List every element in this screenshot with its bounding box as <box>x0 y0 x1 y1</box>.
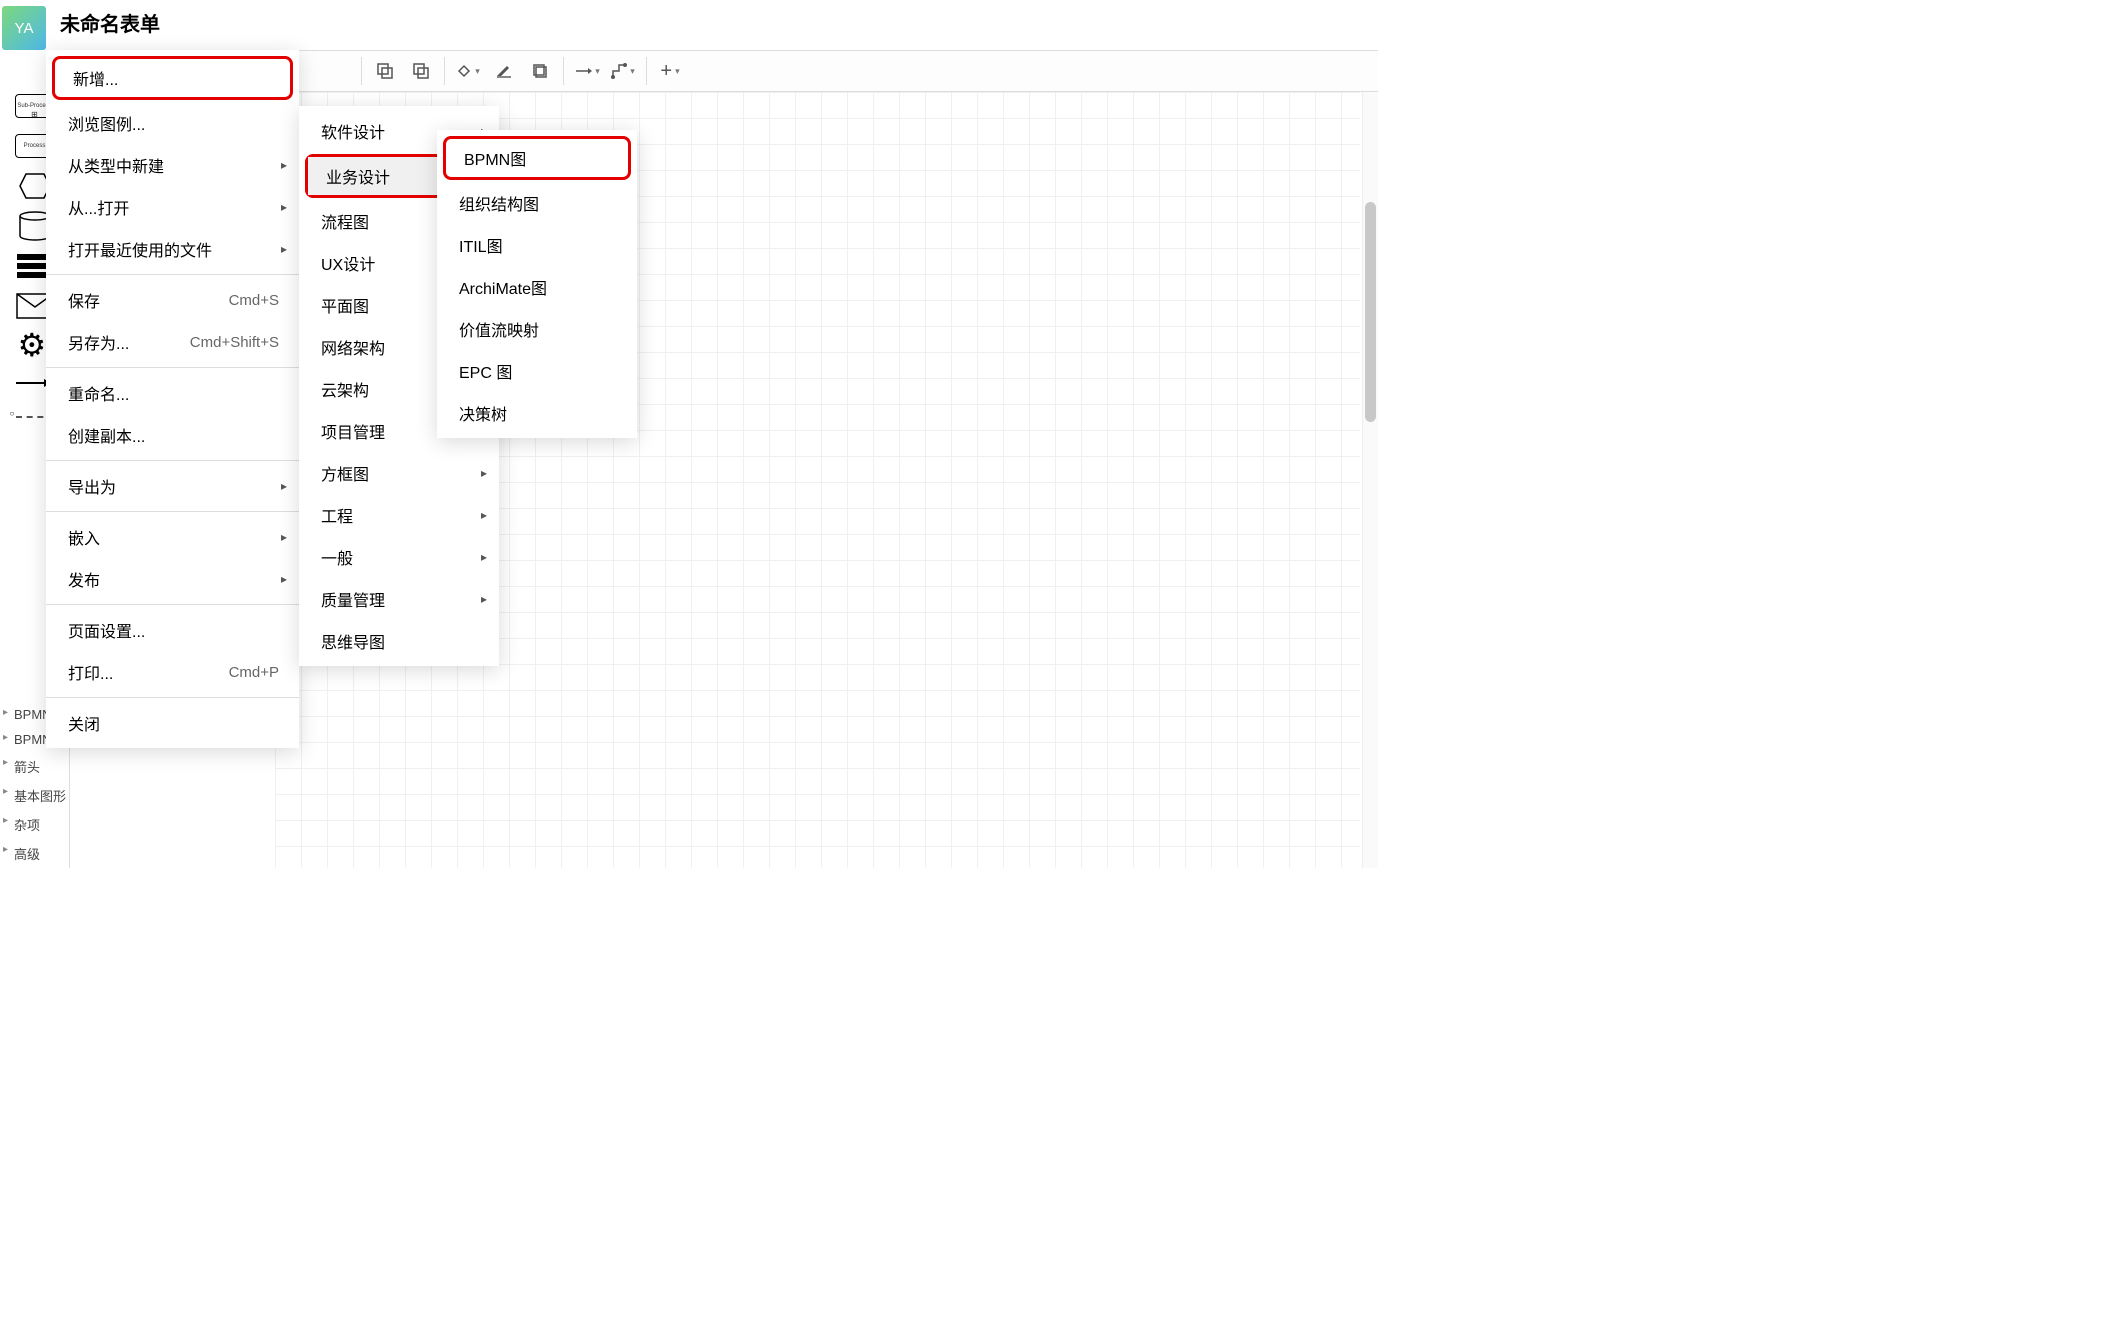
toolbar: + <box>274 50 1378 92</box>
document-title[interactable]: 未命名表单 <box>54 4 422 41</box>
menu-open-recent[interactable]: 打开最近使用的文件 <box>46 228 299 270</box>
category-advanced[interactable]: 高级 <box>0 839 69 868</box>
submenu-epc[interactable]: EPC 图 <box>437 350 637 392</box>
toolbar-shadow[interactable] <box>523 54 557 88</box>
toolbar-waypoints[interactable] <box>606 54 640 88</box>
toolbar-fill-color[interactable] <box>451 54 485 88</box>
submenu-decision-tree[interactable]: 决策树 <box>437 392 637 434</box>
menu-separator <box>46 460 299 461</box>
submenu-quality[interactable]: 质量管理 <box>299 578 499 620</box>
menu-separator <box>46 511 299 512</box>
menu-create-copy[interactable]: 创建副本... <box>46 414 299 456</box>
menu-page-setup[interactable]: 页面设置... <box>46 609 299 651</box>
menu-export-as[interactable]: 导出为 <box>46 465 299 507</box>
submenu-mindmap[interactable]: 思维导图 <box>299 620 499 662</box>
submenu-block[interactable]: 方框图 <box>299 452 499 494</box>
menu-embed[interactable]: 嵌入 <box>46 516 299 558</box>
business-submenu: BPMN图 组织结构图 ITIL图 ArchiMate图 价值流映射 EPC 图… <box>437 130 637 438</box>
menu-publish[interactable]: 发布 <box>46 558 299 600</box>
submenu-archimate[interactable]: ArchiMate图 <box>437 266 637 308</box>
menu-open-from[interactable]: 从...打开 <box>46 186 299 228</box>
menu-new-from-type[interactable]: 从类型中新建 <box>46 144 299 186</box>
menu-browse-legends[interactable]: 浏览图例... <box>46 102 299 144</box>
submenu-value-stream[interactable]: 价值流映射 <box>437 308 637 350</box>
toolbar-separator <box>563 57 564 85</box>
toolbar-line-color[interactable] <box>487 54 521 88</box>
menu-separator <box>46 697 299 698</box>
category-basic[interactable]: 基本图形 <box>0 781 69 810</box>
scrollbar-thumb[interactable] <box>1365 202 1376 422</box>
toolbar-to-front[interactable] <box>368 54 402 88</box>
menu-rename[interactable]: 重命名... <box>46 372 299 414</box>
menu-close[interactable]: 关闭 <box>46 702 299 744</box>
menu-new[interactable]: 新增... <box>55 59 290 97</box>
category-arrows[interactable]: 箭头 <box>0 752 69 781</box>
toolbar-insert[interactable]: + <box>653 54 687 88</box>
avatar[interactable]: YA <box>2 6 46 50</box>
menu-save[interactable]: 保存Cmd+S <box>46 279 299 321</box>
highlight-bpmn: BPMN图 <box>443 136 631 180</box>
highlight-new: 新增... <box>52 56 293 100</box>
submenu-org-chart[interactable]: 组织结构图 <box>437 182 637 224</box>
category-misc[interactable]: 杂项 <box>0 810 69 839</box>
toolbar-separator <box>361 57 362 85</box>
toolbar-connection[interactable] <box>570 54 604 88</box>
submenu-bpmn-diagram[interactable]: BPMN图 <box>446 139 628 177</box>
menu-print[interactable]: 打印...Cmd+P <box>46 651 299 693</box>
menu-separator <box>46 604 299 605</box>
toolbar-to-back[interactable] <box>404 54 438 88</box>
file-menu: 新增... 浏览图例... 从类型中新建 从...打开 打开最近使用的文件 保存… <box>46 50 299 748</box>
toolbar-separator <box>444 57 445 85</box>
menu-separator <box>46 367 299 368</box>
submenu-engineering[interactable]: 工程 <box>299 494 499 536</box>
menu-separator <box>46 274 299 275</box>
submenu-general[interactable]: 一般 <box>299 536 499 578</box>
submenu-itil[interactable]: ITIL图 <box>437 224 637 266</box>
menu-save-as[interactable]: 另存为...Cmd+Shift+S <box>46 321 299 363</box>
toolbar-separator <box>646 57 647 85</box>
vertical-scrollbar[interactable] <box>1362 92 1378 868</box>
